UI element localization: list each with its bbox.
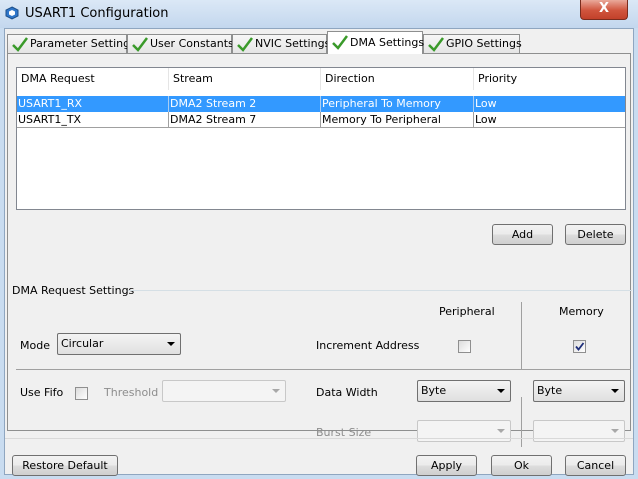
column-header-dma-request[interactable]: DMA Request [17,68,169,90]
chevron-down-icon [497,429,505,433]
dma-settings-panel: DMA Request Stream Direction Priority US… [7,53,632,447]
window-title: USART1 Configuration [25,6,169,21]
chevron-down-icon [272,389,280,393]
tab-label: Parameter Settings [30,37,136,50]
mode-value: Circular [61,337,104,350]
chevron-down-icon [611,389,619,393]
ok-button[interactable]: Ok [491,455,552,476]
check-icon [237,37,253,52]
dialog-body: Parameter Settings User Constants NVIC S… [4,28,634,476]
use-fifo-label: Use Fifo [20,386,64,399]
checkmark-icon [575,342,585,351]
close-button[interactable]: X [580,0,628,20]
column-header-stream[interactable]: Stream [169,68,321,90]
cell-direction: Memory To Peripheral [321,112,474,128]
increment-address-label: Increment Address [316,339,420,352]
tab-dma-settings[interactable]: DMA Settings [327,31,425,54]
chevron-down-icon [611,429,619,433]
column-header-direction[interactable]: Direction [321,68,474,90]
tab-nvic-settings[interactable]: NVIC Settings [232,34,331,54]
mode-label: Mode [20,339,50,352]
add-button[interactable]: Add [492,224,553,245]
group-title: DMA Request Settings [12,284,135,297]
tab-gpio-settings[interactable]: GPIO Settings [423,34,522,54]
row-divider [16,369,631,370]
threshold-label: Threshold [104,386,159,399]
data-width-peripheral-select[interactable]: Byte [417,380,511,402]
chevron-down-icon [497,389,505,393]
footer-divider [5,438,633,439]
tab-label: NVIC Settings [255,37,331,50]
check-icon [428,37,444,52]
tab-strip: Parameter Settings User Constants NVIC S… [5,31,625,54]
mode-select[interactable]: Circular [57,333,181,355]
column-divider [521,302,522,370]
check-icon [12,37,28,52]
table-header: DMA Request Stream Direction Priority [17,68,625,90]
tab-user-constants[interactable]: User Constants [127,34,234,54]
data-width-label: Data Width [316,386,378,399]
cell-priority: Low [475,113,497,126]
memory-header: Memory [559,305,604,318]
check-icon [332,35,348,50]
column-header-priority[interactable]: Priority [474,68,625,90]
table-row[interactable]: USART1_TX DMA2 Stream 7 Memory To Periph… [17,112,625,128]
apply-button[interactable]: Apply [416,455,477,476]
tab-parameter-settings[interactable]: Parameter Settings [7,34,136,54]
cell-request: USART1_TX [17,112,169,128]
data-width-memory-value: Byte [537,384,563,397]
cell-direction: Peripheral To Memory [321,96,474,112]
data-width-memory-select[interactable]: Byte [533,380,625,402]
tab-label: GPIO Settings [446,37,522,50]
increment-peripheral-checkbox[interactable] [458,340,471,353]
peripheral-header: Peripheral [439,305,495,318]
title-bar: USART1 Configuration X [0,0,638,28]
table-row[interactable]: USART1_RX DMA2 Stream 2 Peripheral To Me… [17,96,625,112]
increment-memory-checkbox[interactable] [573,340,586,353]
app-cube-icon [5,6,19,20]
dma-request-table: DMA Request Stream Direction Priority US… [16,67,626,210]
group-divider [128,290,632,291]
cancel-button[interactable]: Cancel [565,455,626,476]
column-divider [521,397,522,447]
delete-button[interactable]: Delete [565,224,626,245]
restore-default-button[interactable]: Restore Default [12,455,118,476]
tab-label: DMA Settings [350,36,425,49]
data-width-peripheral-value: Byte [421,384,447,397]
check-icon [132,37,148,52]
cell-priority: Low [475,97,497,110]
chevron-down-icon [167,342,175,346]
cell-request: USART1_RX [17,96,169,112]
tab-label: User Constants [150,37,234,50]
cell-stream: DMA2 Stream 2 [169,96,321,112]
use-fifo-checkbox[interactable] [75,387,88,400]
threshold-select [162,380,286,402]
cell-stream: DMA2 Stream 7 [169,112,321,128]
